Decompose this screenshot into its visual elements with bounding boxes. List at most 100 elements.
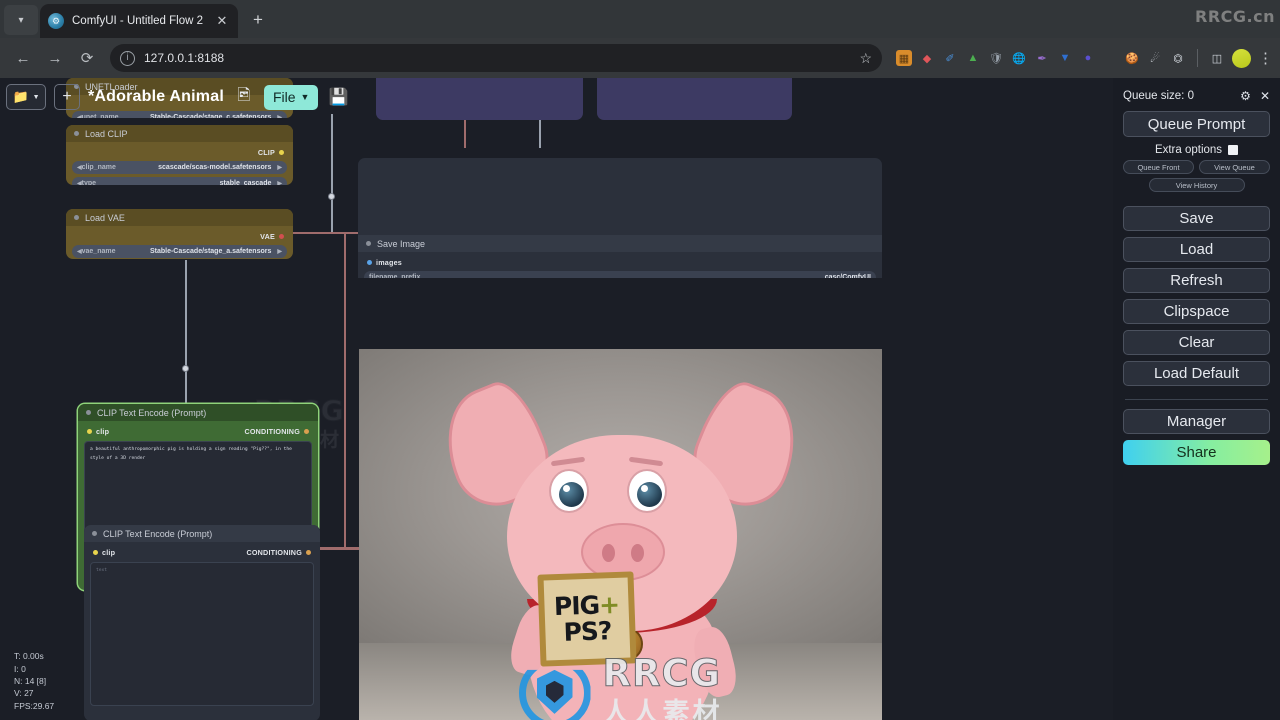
extension-icons: ▦ ◆ ✐ ▲ 🛡 🌐 ✒ ▼ ● 🍪 ☄ ⏣ ◫ ⋮ [890,48,1273,68]
collapse-dot-icon[interactable] [74,215,79,220]
collapse-dot-icon[interactable] [92,531,97,536]
address-bar[interactable]: i 127.0.0.1:8188 ☆ [110,44,882,72]
port-conditioning-output[interactable]: CONDITIONING [244,427,309,436]
eraser-icon[interactable]: ◆ [919,50,935,66]
port-clip-input-negative[interactable]: clip [93,548,115,557]
forward-button[interactable]: → [40,43,70,73]
star-icon[interactable]: ☆ [859,50,872,67]
reload-button[interactable]: ⟳ [72,43,102,73]
tab-list-button[interactable]: ▾ [4,5,38,35]
save-button[interactable]: Save [1123,206,1270,231]
node-purple-right[interactable] [597,78,792,120]
widget-filename-prefix[interactable]: filename_prefix casc/ComfyUI [364,271,876,278]
load-button[interactable]: Load [1123,237,1270,262]
chevron-right-icon[interactable]: ▶ [277,180,282,185]
collapse-dot-icon[interactable] [74,131,79,136]
node-load-clip[interactable]: Load CLIP CLIP ◀ clip_name scascade/scas… [66,125,293,185]
save-disk-icon[interactable]: 💾 [326,86,350,108]
info-icon[interactable]: i [120,50,135,66]
file-menu-button[interactable]: File ▼ [263,84,319,110]
puzzle-icon[interactable]: ⏣ [1170,50,1186,66]
port-clip-output[interactable]: CLIP [72,146,287,158]
clipspace-button[interactable]: Clipspace [1123,299,1270,324]
workflow-title[interactable]: *Adorable Animal [88,88,224,106]
new-tab-button[interactable]: + [244,6,272,34]
port-clip-input[interactable]: clip [87,427,109,436]
close-icon[interactable]: ✕ [1260,89,1270,103]
extra-options-checkbox[interactable] [1228,145,1239,155]
port-images-input[interactable]: images [364,256,876,268]
pig-eye-right [626,469,667,513]
sign-line-2: PS? [562,616,612,647]
paint-brush-icon[interactable]: ✐ [942,50,958,66]
input-pin-clip[interactable] [87,428,92,434]
plus-icon: + [253,10,263,29]
image-icon[interactable]: 🖻 [232,86,256,108]
link-cond-4 [318,547,360,549]
load-default-button[interactable]: Load Default [1123,361,1270,386]
port-vae-output[interactable]: VAE [72,230,287,242]
gear-icon[interactable]: ⚙ [1240,89,1251,103]
circle-blue-icon[interactable]: ● [1080,50,1096,66]
widget-clip-type[interactable]: ◀ type stable_cascade ▶ [72,177,287,185]
widget-clip-name[interactable]: ◀ clip_name scascade/scas-model.safetens… [72,161,287,174]
port-row-clip-negative: clip CONDITIONING [90,546,314,558]
google-drive-icon[interactable]: ▲ [965,50,981,66]
image-preview[interactable]: PIG+ PS? RRCG 人人素材 [359,349,882,720]
globe-icon[interactable]: 🌐 [1011,50,1027,66]
add-workflow-button[interactable]: + [54,84,80,110]
widget-vae-name-label: vae_name [81,248,116,255]
shield-icon[interactable]: 🛡 [988,50,1004,66]
plus-icon: + [62,88,72,105]
cookie-icon[interactable]: 🍪 [1124,50,1140,66]
chevron-right-icon[interactable]: ▶ [277,248,282,255]
refresh-button[interactable]: Refresh [1123,268,1270,293]
node-load-vae-label: Load VAE [85,212,125,223]
reroute-dot-1[interactable] [328,193,335,200]
prompt-textarea-negative[interactable]: text [90,562,314,706]
output-pin-conditioning[interactable] [304,428,309,434]
collapse-dot-icon[interactable] [86,410,91,415]
node-save-image[interactable]: Save Image images filename_prefix casc/C… [358,158,882,278]
close-icon[interactable]: ✕ [214,13,230,29]
widget-vae-name[interactable]: ◀ vae_name Stable-Cascade/stage_a.safete… [72,245,287,258]
chevron-right-icon[interactable]: ▶ [277,114,282,118]
widget-filename-prefix-label: filename_prefix [369,274,421,278]
input-pin-clip[interactable] [93,549,98,555]
side-panel-icon[interactable]: ◫ [1209,50,1225,66]
manager-button[interactable]: Manager [1123,409,1270,434]
back-button[interactable]: ← [8,43,38,73]
avatar[interactable] [1232,48,1251,68]
view-queue-button[interactable]: View Queue [1199,160,1270,174]
comfy-side-panel: Queue size: 0 ⚙ ✕ Queue Prompt Extra opt… [1113,78,1280,720]
kebab-menu-icon[interactable]: ⋮ [1258,49,1273,67]
port-row-clip-positive: clip CONDITIONING [84,425,312,437]
input-pin-images[interactable] [367,259,372,265]
chevron-right-icon[interactable]: ▶ [277,164,282,171]
output-pin-conditioning[interactable] [306,549,311,555]
location-pin-icon[interactable]: ▼ [1057,50,1073,66]
port-conditioning-output-negative[interactable]: CONDITIONING [246,548,311,557]
clear-button[interactable]: Clear [1123,330,1270,355]
node-purple-left[interactable] [376,78,583,120]
file-menu-label: File [272,89,296,105]
stat-time: T: 0.00s [14,651,44,662]
collapse-dot-icon[interactable] [366,241,371,246]
comet-icon[interactable]: ☄ [1147,50,1163,66]
output-pin-clip[interactable] [279,149,284,155]
extension-blank-icon[interactable] [1103,50,1117,66]
node-load-vae[interactable]: Load VAE VAE ◀ vae_name Stable-Cascade/s… [66,209,293,259]
browser-tab[interactable]: ⚙ ComfyUI - Untitled Flow 2 ✕ [40,4,238,38]
widget-unet-name[interactable]: ◀ unet_name Stable-Cascade/stage_c.safet… [72,111,287,118]
share-button[interactable]: Share [1123,440,1270,465]
output-pin-vae[interactable] [279,233,284,239]
queue-prompt-button[interactable]: Queue Prompt [1123,111,1270,137]
reroute-dot-2[interactable] [182,365,189,372]
view-history-button[interactable]: View History [1148,178,1245,192]
workflow-folder-button[interactable]: 📁 ▼ [6,84,46,110]
feather-icon[interactable]: ✒ [1034,50,1050,66]
queue-front-button[interactable]: Queue Front [1123,160,1194,174]
node-clip-text-encode-negative[interactable]: CLIP Text Encode (Prompt) clip CONDITION… [84,525,320,720]
extra-options-row[interactable]: Extra options [1123,144,1270,156]
extension-orange-icon[interactable]: ▦ [896,50,912,66]
